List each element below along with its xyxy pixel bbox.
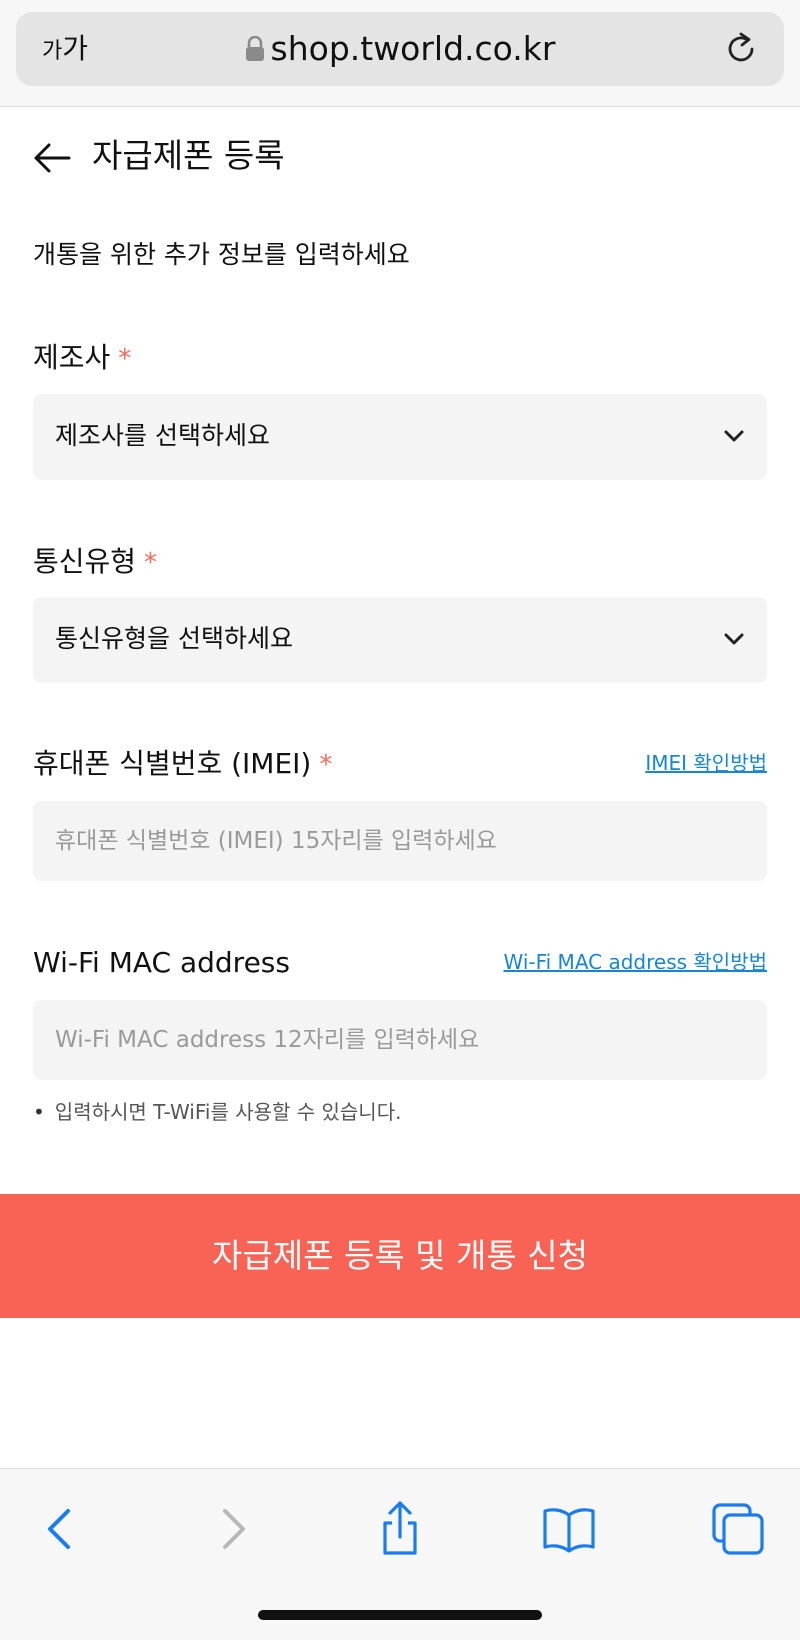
lock-icon xyxy=(245,32,265,70)
wifi-mac-help-link[interactable]: Wi-Fi MAC address 확인방법 xyxy=(503,948,767,976)
required-mark: * xyxy=(144,548,158,578)
network-type-label: 통신유형 * xyxy=(33,544,157,581)
manufacturer-select[interactable]: 제조사를 선택하세요 xyxy=(33,394,767,480)
chevron-left-icon[interactable] xyxy=(30,1499,90,1559)
bookmarks-icon[interactable] xyxy=(539,1499,599,1559)
imei-help-link[interactable]: IMEI 확인방법 xyxy=(645,749,767,777)
manufacturer-select-value: 제조사를 선택하세요 xyxy=(55,421,270,450)
browser-address-bar: 가가 shop.tworld.co.kr xyxy=(0,0,800,107)
url-field[interactable]: 가가 shop.tworld.co.kr xyxy=(16,12,784,86)
submit-button[interactable]: 자급제폰 등록 및 개통 신청 xyxy=(0,1194,800,1318)
wifi-mac-label: Wi-Fi MAC address xyxy=(33,945,290,981)
chevron-down-icon xyxy=(724,633,744,645)
manufacturer-label: 제조사 * xyxy=(33,340,131,377)
wifi-mac-label-text: Wi-Fi MAC address xyxy=(33,946,290,979)
page-title: 자급제폰 등록 xyxy=(92,136,285,175)
wifi-note: • 입력하시면 T-WiFi를 사용할 수 있습니다. xyxy=(33,1098,401,1126)
page-header: 자급제폰 등록 xyxy=(0,106,800,216)
wifi-mac-input[interactable] xyxy=(33,1000,767,1080)
imei-label-text: 휴대폰 식별번호 (IMEI) xyxy=(33,747,312,780)
chevron-right-icon[interactable] xyxy=(203,1499,263,1559)
reload-icon[interactable] xyxy=(722,30,760,68)
note-bullet: • xyxy=(33,1100,45,1124)
url-text: shop.tworld.co.kr xyxy=(270,29,556,68)
imei-label: 휴대폰 식별번호 (IMEI) * xyxy=(33,746,332,783)
wifi-note-text: 입력하시면 T-WiFi를 사용할 수 있습니다. xyxy=(54,1100,402,1124)
imei-input[interactable] xyxy=(33,801,767,881)
network-type-label-text: 통신유형 xyxy=(33,545,137,578)
url-display[interactable]: shop.tworld.co.kr xyxy=(16,30,784,70)
network-type-select-value: 통신유형을 선택하세요 xyxy=(55,624,293,653)
back-arrow-icon[interactable] xyxy=(32,138,72,178)
wifi-mac-field-container xyxy=(33,1000,767,1080)
home-indicator[interactable] xyxy=(258,1610,542,1620)
network-type-select[interactable]: 통신유형을 선택하세요 xyxy=(33,597,767,683)
manufacturer-label-text: 제조사 xyxy=(33,341,111,374)
imei-field-container xyxy=(33,801,767,881)
share-icon[interactable] xyxy=(370,1499,430,1559)
intro-text: 개통을 위한 추가 정보를 입력하세요 xyxy=(33,240,410,269)
chevron-down-icon xyxy=(724,430,744,442)
required-mark: * xyxy=(118,344,132,374)
tabs-icon[interactable] xyxy=(708,1499,768,1559)
required-mark: * xyxy=(319,750,333,780)
